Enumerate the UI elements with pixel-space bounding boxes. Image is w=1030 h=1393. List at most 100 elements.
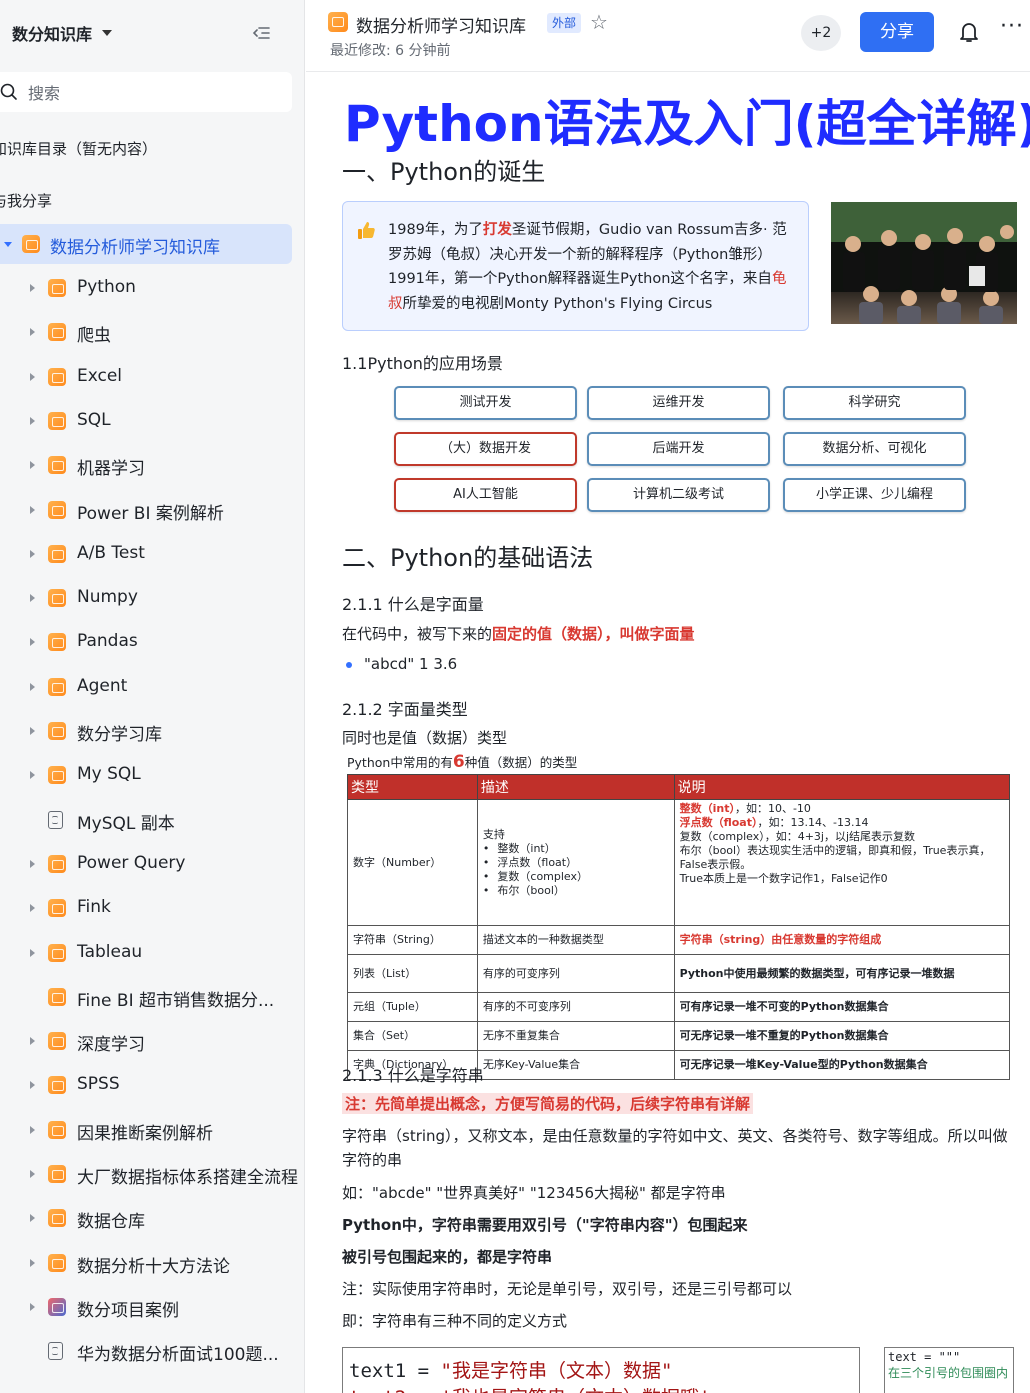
expand-caret-icon[interactable] [30,372,35,381]
sidebar-item[interactable]: Power Query [0,844,292,884]
code-string: "我是字符串（文本）数据" [440,1360,673,1382]
string-note-3: 即：字符串有三种不同的定义方式 [342,1312,568,1330]
folder-icon [48,722,66,740]
sidebar-item[interactable]: 机器学习 [0,445,292,485]
sidebar-item[interactable]: Fink [0,888,292,928]
sidebar-item[interactable]: Tableau [0,933,292,973]
expand-caret-icon[interactable] [30,682,35,691]
desc-item: 布尔（bool） [483,884,669,898]
expand-caret-icon[interactable] [30,416,35,425]
document-breadcrumb-title[interactable]: 数据分析师学习知识库 [356,12,526,37]
folder-icon [48,279,66,297]
sidebar-item-label: Tableau [77,941,143,962]
sidebar-item-label: 深度学习 [77,1035,145,1056]
sidebar-item[interactable]: Pandas [0,622,292,662]
note-text: True本质上是一个数字记作1，False记作0 [679,872,888,885]
expand-caret-icon[interactable] [30,284,35,292]
sidebar-item[interactable]: SQL [0,401,292,441]
share-button[interactable]: 分享 [860,12,934,52]
knowledge-base-icon [328,12,348,32]
sidebar-item[interactable]: 数分学习库 [0,711,292,751]
sidebar-item-label: SPSS [77,1074,120,1095]
expand-caret-icon[interactable] [30,1302,35,1311]
document-title: Python语法及入门(超全详解) [344,95,1030,153]
table-cell: 可无序记录一堆Key-Value型的Python数据集合 [673,1050,1011,1080]
expand-caret-icon[interactable] [30,505,35,514]
sidebar-item[interactable]: 深度学习 [0,1021,292,1061]
sidebar-item[interactable]: Power BI 案例解析 [0,490,292,530]
expand-caret-icon[interactable] [30,638,35,647]
expanded-caret-icon[interactable] [4,242,12,247]
expand-caret-icon[interactable] [30,948,35,957]
document-body: Python语法及入门(超全详解) 一、Python的诞生 1989年，为了打发… [306,72,1030,1393]
sidebar-item[interactable]: Python [0,268,292,308]
expand-caret-icon[interactable] [30,1170,35,1178]
expand-caret-icon[interactable] [30,328,35,337]
table-header-desc: 描述 [476,774,675,800]
search-box[interactable]: 搜索 [0,72,292,112]
knowledge-base-switcher[interactable]: 数分知识库 [12,18,284,48]
folder-icon [48,367,66,386]
table-cell: 有序的不可变序列 [476,992,675,1022]
star-icon[interactable]: ☆ [590,10,608,34]
expand-caret-icon[interactable] [30,594,35,603]
sidebar-item-label: 数分项目案例 [77,1300,179,1321]
sidebar-item-label: 爬虫 [77,326,111,347]
table-cell: 有序的可变序列 [476,954,675,993]
note-line: 复数（complex），如：4+3j，以j结尾表示复数 [680,830,1004,844]
heading-literal: 2.1.1 什么是字面量 [342,595,484,614]
note-highlight: 整数（int） [679,802,735,815]
sidebar-item[interactable]: 爬虫 [0,312,292,352]
sidebar-item[interactable]: A/B Test [0,534,292,574]
expand-caret-icon[interactable] [30,549,35,558]
sidebar-item[interactable]: Agent [0,667,292,707]
bell-icon[interactable] [958,20,980,44]
table-cell: 字符串（String） [347,925,478,955]
expand-caret-icon[interactable] [30,904,35,913]
sidebar-item[interactable]: Numpy [0,578,292,618]
catalog-link[interactable]: 知识库目录（暂无内容） [0,138,157,159]
expand-caret-icon[interactable] [30,1125,35,1134]
collaborators-count[interactable]: +2 [801,15,841,51]
folder-icon [48,500,66,519]
sidebar-item[interactable]: 数据仓库 [0,1198,292,1238]
sidebar-item[interactable]: 数分项目案例 [0,1287,292,1327]
expand-caret-icon[interactable] [30,771,35,780]
sidebar-item[interactable]: MySQL 副本 [0,800,292,840]
sidebar-item-label: Numpy [77,587,138,608]
desc-item: 浮点数（float） [483,856,669,870]
expand-caret-icon[interactable] [30,1214,35,1223]
expand-caret-icon[interactable] [30,1081,35,1090]
sidebar-item[interactable]: SPSS [0,1065,292,1105]
expand-caret-icon[interactable] [30,1258,35,1267]
sidebar-item[interactable]: 大厂数据指标体系搭建全流程 [0,1154,298,1194]
sidebar-item-label: 数据分析师学习知识库 [50,238,220,258]
sidebar-item-label: MySQL 副本 [77,813,175,834]
note-text: 复数（complex），如：4+3j，以j结尾表示复数 [679,830,916,843]
table-cell: 集合（Set） [347,1021,478,1051]
sidebar-item-label: 因果推断案例解析 [77,1123,213,1144]
sidebar-item-label: 数据分析十大方法论 [77,1256,230,1277]
folder-icon [48,1209,66,1228]
scenes-grid: 测试开发 运维开发 科学研究 （大）数据开发 后端开发 数据分析、可视化 AI人工智能 计算机… [394,386,970,516]
code-var: text1 = [349,1360,441,1382]
folder-icon [48,1165,66,1183]
folder-icon [48,456,66,475]
expand-caret-icon[interactable] [30,1037,35,1046]
sidebar-item[interactable]: Excel [0,357,292,397]
expand-caret-icon[interactable] [30,859,35,868]
types-table: 类型 描述 说明 数字（Number） 支持 整数（int）浮点数（float）… [347,774,1011,1080]
expand-caret-icon[interactable] [30,461,35,470]
more-icon[interactable]: ··· [1000,14,1024,39]
sidebar-item[interactable]: 数据分析十大方法论 [0,1243,292,1283]
sidebar-item[interactable]: 因果推断案例解析 [0,1110,292,1150]
shared-with-me-link[interactable]: 与我分享 [0,190,52,211]
sidebar-item-active[interactable]: 数据分析师学习知识库 [0,224,292,264]
founders-photo [831,202,1017,324]
collapse-sidebar-icon[interactable] [250,22,272,44]
literal-example: "abcd" 1 3.6 [364,655,458,673]
sidebar-item[interactable]: My SQL [0,755,292,795]
sidebar-item[interactable]: 华为数据分析面试100题... [0,1331,292,1371]
expand-caret-icon[interactable] [30,727,35,735]
sidebar-item[interactable]: Fine BI 超市销售数据分... [0,977,292,1017]
